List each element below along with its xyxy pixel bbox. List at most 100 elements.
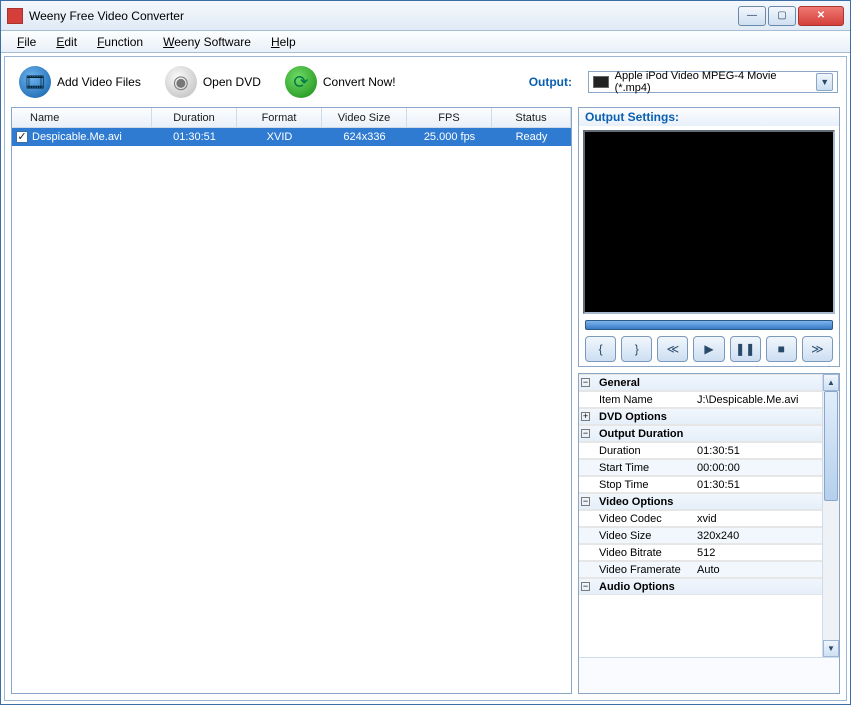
scroll-thumb[interactable]: [824, 391, 838, 501]
row-duration: 01:30:51: [152, 128, 237, 146]
property-value[interactable]: 320x240: [697, 530, 822, 542]
row-status: Ready: [492, 128, 571, 146]
toolbar: 🎞 Add Video Files ◉ Open DVD ⟳ Convert N…: [5, 57, 846, 107]
menu-file[interactable]: File: [9, 33, 44, 51]
property-row[interactable]: Video FramerateAuto: [579, 561, 822, 578]
preview-group: Output Settings: { } ≪ ▶ ❚❚ ■ ≫: [578, 107, 840, 367]
row-checkbox[interactable]: ✓: [16, 131, 28, 143]
menu-help[interactable]: Help: [263, 33, 304, 51]
minimize-button[interactable]: —: [738, 6, 766, 26]
scroll-up-button[interactable]: ▲: [823, 374, 839, 391]
property-value[interactable]: 01:30:51: [697, 445, 822, 457]
col-status[interactable]: Status: [492, 108, 571, 127]
property-value[interactable]: xvid: [697, 513, 822, 525]
menu-function[interactable]: Function: [89, 33, 151, 51]
expand-toggle-icon[interactable]: −: [581, 582, 590, 591]
convert-now-label: Convert Now!: [323, 75, 396, 89]
property-name: Audio Options: [597, 581, 697, 593]
play-button[interactable]: ▶: [693, 336, 724, 362]
property-description-box: [579, 657, 839, 693]
property-name: Video Options: [597, 496, 697, 508]
property-value[interactable]: 00:00:00: [697, 462, 822, 474]
mark-out-button[interactable]: }: [621, 336, 652, 362]
close-button[interactable]: ✕: [798, 6, 844, 26]
property-section[interactable]: −Video Options: [579, 493, 822, 510]
property-value[interactable]: 01:30:51: [697, 479, 822, 491]
property-row[interactable]: Video Codecxvid: [579, 510, 822, 527]
rewind-button[interactable]: ≪: [657, 336, 688, 362]
chevron-down-icon: ▼: [816, 73, 833, 91]
dvd-icon: ◉: [165, 66, 197, 98]
preview-screen[interactable]: [583, 130, 835, 314]
col-duration[interactable]: Duration: [152, 108, 237, 127]
property-name: Stop Time: [597, 479, 697, 491]
property-name: DVD Options: [597, 411, 697, 423]
add-video-label: Add Video Files: [57, 75, 141, 89]
property-value[interactable]: 512: [697, 547, 822, 559]
expand-toggle-icon[interactable]: −: [581, 429, 590, 438]
col-format[interactable]: Format: [237, 108, 322, 127]
preview-title: Output Settings:: [579, 108, 839, 126]
settings-scrollbar[interactable]: ▲ ▼: [822, 374, 839, 657]
property-row[interactable]: Stop Time01:30:51: [579, 476, 822, 493]
expand-toggle-icon[interactable]: −: [581, 378, 590, 387]
expand-toggle-icon[interactable]: −: [581, 497, 590, 506]
app-icon: [7, 8, 23, 24]
row-size: 624x336: [322, 128, 407, 146]
row-format: XVID: [237, 128, 322, 146]
property-name: Video Framerate: [597, 564, 697, 576]
property-section[interactable]: −Output Duration: [579, 425, 822, 442]
property-value[interactable]: J:\Despicable.Me.avi: [697, 394, 822, 406]
expand-toggle-icon[interactable]: +: [581, 412, 590, 421]
scroll-down-button[interactable]: ▼: [823, 640, 839, 657]
menubar: File Edit Function Weeny Software Help: [1, 31, 850, 53]
property-name: Video Codec: [597, 513, 697, 525]
open-dvd-button[interactable]: ◉ Open DVD: [159, 64, 267, 100]
output-format-value: Apple iPod Video MPEG-4 Movie (*.mp4): [615, 70, 811, 94]
property-row[interactable]: Item NameJ:\Despicable.Me.avi: [579, 391, 822, 408]
settings-group: −GeneralItem NameJ:\Despicable.Me.avi+DV…: [578, 373, 840, 694]
format-icon: [593, 76, 609, 88]
preview-seek-slider[interactable]: [585, 320, 833, 330]
row-name: Despicable.Me.avi: [32, 131, 122, 143]
property-section[interactable]: + DVD Options: [579, 408, 822, 425]
convert-icon: ⟳: [285, 66, 317, 98]
open-dvd-label: Open DVD: [203, 75, 261, 89]
col-fps[interactable]: FPS: [407, 108, 492, 127]
forward-button[interactable]: ≫: [802, 336, 833, 362]
col-name[interactable]: Name: [12, 108, 152, 127]
property-row[interactable]: Duration01:30:51: [579, 442, 822, 459]
titlebar[interactable]: Weeny Free Video Converter — ▢ ✕: [1, 1, 850, 31]
property-row[interactable]: Start Time00:00:00: [579, 459, 822, 476]
mark-in-button[interactable]: {: [585, 336, 616, 362]
property-name: Start Time: [597, 462, 697, 474]
property-list[interactable]: −GeneralItem NameJ:\Despicable.Me.avi+DV…: [579, 374, 822, 657]
film-reel-icon: 🎞: [19, 66, 51, 98]
maximize-button[interactable]: ▢: [768, 6, 796, 26]
property-name: General: [597, 377, 697, 389]
add-video-files-button[interactable]: 🎞 Add Video Files: [13, 64, 147, 100]
menu-edit[interactable]: Edit: [48, 33, 85, 51]
output-label: Output:: [529, 75, 572, 89]
property-name: Item Name: [597, 394, 697, 406]
row-fps: 25.000 fps: [407, 128, 492, 146]
file-list: Name Duration Format Video Size FPS Stat…: [11, 107, 572, 694]
property-name: Output Duration: [597, 428, 697, 440]
stop-button[interactable]: ■: [766, 336, 797, 362]
property-name: Duration: [597, 445, 697, 457]
window-title: Weeny Free Video Converter: [29, 9, 184, 23]
pause-button[interactable]: ❚❚: [730, 336, 761, 362]
col-size[interactable]: Video Size: [322, 108, 407, 127]
property-name: Video Size: [597, 530, 697, 542]
property-row[interactable]: Video Bitrate512: [579, 544, 822, 561]
property-value[interactable]: Auto: [697, 564, 822, 576]
file-list-header: Name Duration Format Video Size FPS Stat…: [12, 108, 571, 128]
property-row[interactable]: Video Size320x240: [579, 527, 822, 544]
convert-now-button[interactable]: ⟳ Convert Now!: [279, 64, 402, 100]
file-list-row[interactable]: ✓ Despicable.Me.avi 01:30:51 XVID 624x33…: [12, 128, 571, 146]
menu-weeny-software[interactable]: Weeny Software: [155, 33, 259, 51]
property-section[interactable]: −Audio Options: [579, 578, 822, 595]
property-section[interactable]: −General: [579, 374, 822, 391]
output-format-select[interactable]: Apple iPod Video MPEG-4 Movie (*.mp4) ▼: [588, 71, 838, 93]
property-name: Video Bitrate: [597, 547, 697, 559]
